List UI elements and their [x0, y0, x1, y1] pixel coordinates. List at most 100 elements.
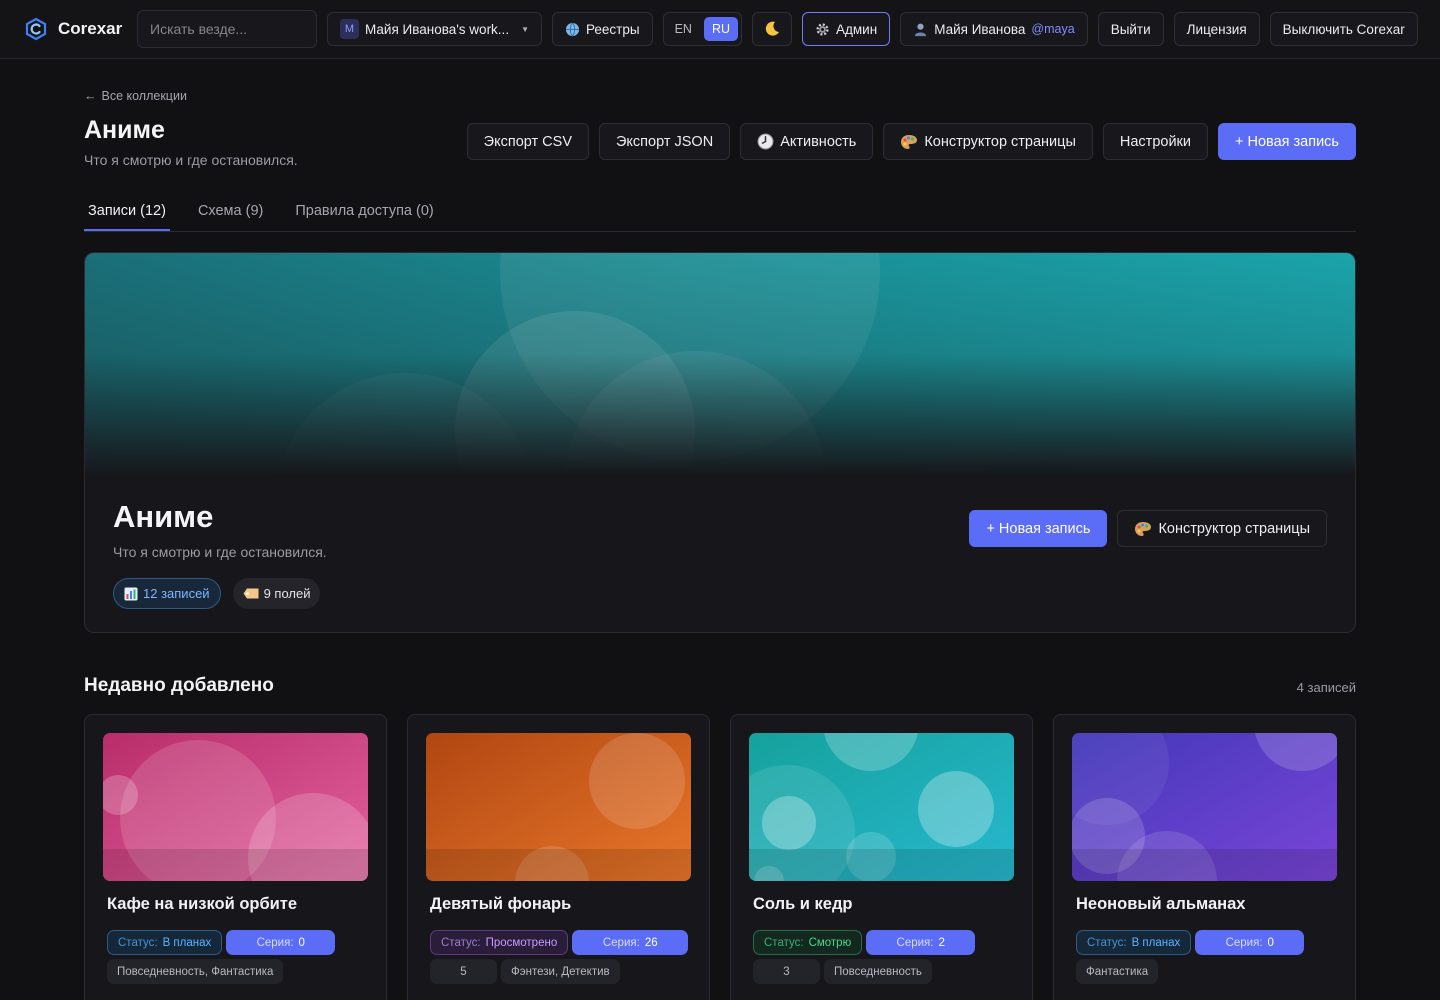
hero-actions: + Новая запись Конструктор страницы [969, 510, 1327, 547]
user-menu[interactable]: Майя Иванова @maya [900, 12, 1088, 46]
workspace-name: Майя Иванова's work... [365, 21, 510, 37]
chevron-down-icon: ▼ [521, 24, 529, 34]
genres-badge: Фантастика [1076, 959, 1159, 984]
recent-count: 4 записей [1296, 680, 1356, 695]
logout-button[interactable]: Выйти [1097, 12, 1164, 46]
record-card[interactable]: Девятый фонарь Статус: Просмотрено Серия:… [407, 714, 710, 1000]
bar-chart-icon [124, 587, 138, 600]
settings-button[interactable]: Настройки [1102, 123, 1208, 160]
episode-badge: Серия: 26 [572, 930, 689, 955]
record-cover [426, 733, 691, 881]
record-title: Девятый фонарь [430, 895, 572, 913]
genres-badge: Фэнтези, Детектив [501, 959, 620, 984]
palette-icon [901, 134, 918, 149]
hero-subtitle: Что я смотрю и где остановился. [113, 544, 327, 560]
status-value: В планах [162, 936, 212, 949]
theme-toggle[interactable] [752, 12, 793, 46]
lang-ru-option[interactable]: RU [703, 17, 739, 41]
record-title: Кафе на низкой орбите [107, 895, 298, 913]
fields-count-label: 9 полей [263, 586, 311, 601]
episode-badge: Серия: 0 [1195, 930, 1305, 955]
hero-new-record-button[interactable]: + Новая запись [969, 510, 1108, 547]
gear-icon [816, 22, 829, 36]
globe-icon [565, 22, 580, 37]
episode-key: Серия: [1225, 936, 1263, 949]
status-badge: Статус: Смотрю [753, 930, 863, 955]
hero-page-builder-button[interactable]: Конструктор страницы [1117, 510, 1327, 547]
records-count-label: 12 записей [143, 586, 210, 601]
top-bar: Corexar M Майя Иванова's work... ▼ Реест… [0, 0, 1440, 59]
license-button[interactable]: Лицензия [1173, 12, 1260, 46]
user-handle: @maya [1031, 22, 1075, 36]
activity-button[interactable]: Активность [740, 123, 874, 160]
workspace-switcher[interactable]: M Майя Иванова's work... ▼ [327, 12, 542, 46]
record-fields: Статус: Смотрю Серия: 2 3 Повседневность [753, 930, 1023, 984]
record-cover [103, 733, 368, 881]
status-key: Статус: [118, 936, 158, 949]
back-link[interactable]: ← Все коллекции [84, 89, 187, 103]
tab-access-rules[interactable]: Правила доступа (0) [291, 197, 437, 231]
moon-icon [765, 21, 780, 36]
activity-label: Активность [780, 133, 857, 150]
episode-value: 2 [938, 936, 945, 949]
registries-button[interactable]: Реестры [552, 12, 653, 46]
page-subtitle: Что я смотрю и где остановился. [84, 152, 298, 168]
admin-button[interactable]: Админ [802, 12, 891, 46]
new-record-button[interactable]: + Новая запись [1218, 123, 1356, 160]
record-card[interactable]: Кафе на низкой орбите Статус: В планах Се… [84, 714, 387, 1000]
status-badge: Статус: Просмотрено [430, 930, 569, 955]
record-fields: Статус: В планах Серия: 0 Фантастика [1076, 930, 1346, 984]
episode-value: 0 [1267, 936, 1274, 949]
status-badge: Статус: В планах [107, 930, 223, 955]
header-actions: Экспорт CSV Экспорт JSON Активность Конс… [466, 123, 1356, 160]
collection-hero: Аниме Что я смотрю и где остановился. + … [84, 252, 1356, 633]
tab-schema[interactable]: Схема (9) [194, 197, 267, 231]
episode-key: Серия: [256, 936, 294, 949]
tag-icon [243, 588, 259, 599]
lang-en-option[interactable]: EN [667, 17, 700, 41]
genres-badge: Повседневность [824, 959, 932, 984]
rating-badge: 3 [753, 959, 820, 984]
brand[interactable]: Corexar [24, 17, 127, 41]
episode-value: 26 [644, 936, 658, 949]
episode-badge: Серия: 2 [866, 930, 976, 955]
hero-stats: 12 записей 9 полей [113, 578, 321, 609]
status-value: Просмотрено [485, 936, 558, 949]
tab-records[interactable]: Записи (12) [84, 197, 170, 231]
export-json-button[interactable]: Экспорт JSON [599, 123, 731, 160]
language-switch: EN RU [662, 12, 743, 46]
brand-name: Corexar [58, 19, 123, 38]
record-title: Неоновый альманах [1076, 895, 1246, 913]
rating-badge: 5 [430, 959, 497, 984]
disable-corexar-button[interactable]: Выключить Corexar [1269, 12, 1418, 46]
page-builder-button[interactable]: Конструктор страницы [883, 123, 1093, 160]
record-fields: Статус: В планах Серия: 0 Повседневность, … [107, 930, 377, 984]
back-link-label: Все коллекции [101, 89, 187, 103]
record-title: Соль и кедр [753, 895, 853, 913]
record-cover [749, 733, 1014, 881]
hero-title: Аниме [113, 499, 214, 534]
genres-badge: Повседневность, Фантастика [107, 959, 284, 984]
record-cover [1072, 733, 1337, 881]
global-search-input[interactable] [137, 10, 317, 48]
record-card[interactable]: Соль и кедр Статус: Смотрю Серия: 2 3 Повс… [730, 714, 1033, 1000]
episode-badge: Серия: 0 [226, 930, 336, 955]
fields-count-chip: 9 полей [232, 578, 321, 609]
status-key: Статус: [764, 936, 804, 949]
admin-label: Админ [836, 21, 878, 37]
hero-banner [85, 253, 1355, 475]
registries-label: Реестры [586, 21, 640, 37]
record-card[interactable]: Неоновый альманах Статус: В планах Серия:… [1053, 714, 1356, 1000]
hero-page-builder-label: Конструктор страницы [1158, 520, 1310, 537]
status-value: Смотрю [808, 936, 852, 949]
export-csv-button[interactable]: Экспорт CSV [466, 123, 589, 160]
page-builder-label: Конструктор страницы [924, 133, 1076, 150]
status-value: В планах [1131, 936, 1181, 949]
record-fields: Статус: Просмотрено Серия: 26 5 Фэнтези, Д… [430, 930, 700, 984]
clock-icon [757, 133, 774, 150]
page-title: Аниме [84, 116, 165, 144]
arrow-left-icon: ← [84, 89, 97, 103]
palette-icon [1135, 521, 1152, 536]
collection-tabs: Записи (12) Схема (9) Правила доступа (0… [84, 197, 1356, 232]
records-count-chip: 12 записей [113, 578, 221, 609]
